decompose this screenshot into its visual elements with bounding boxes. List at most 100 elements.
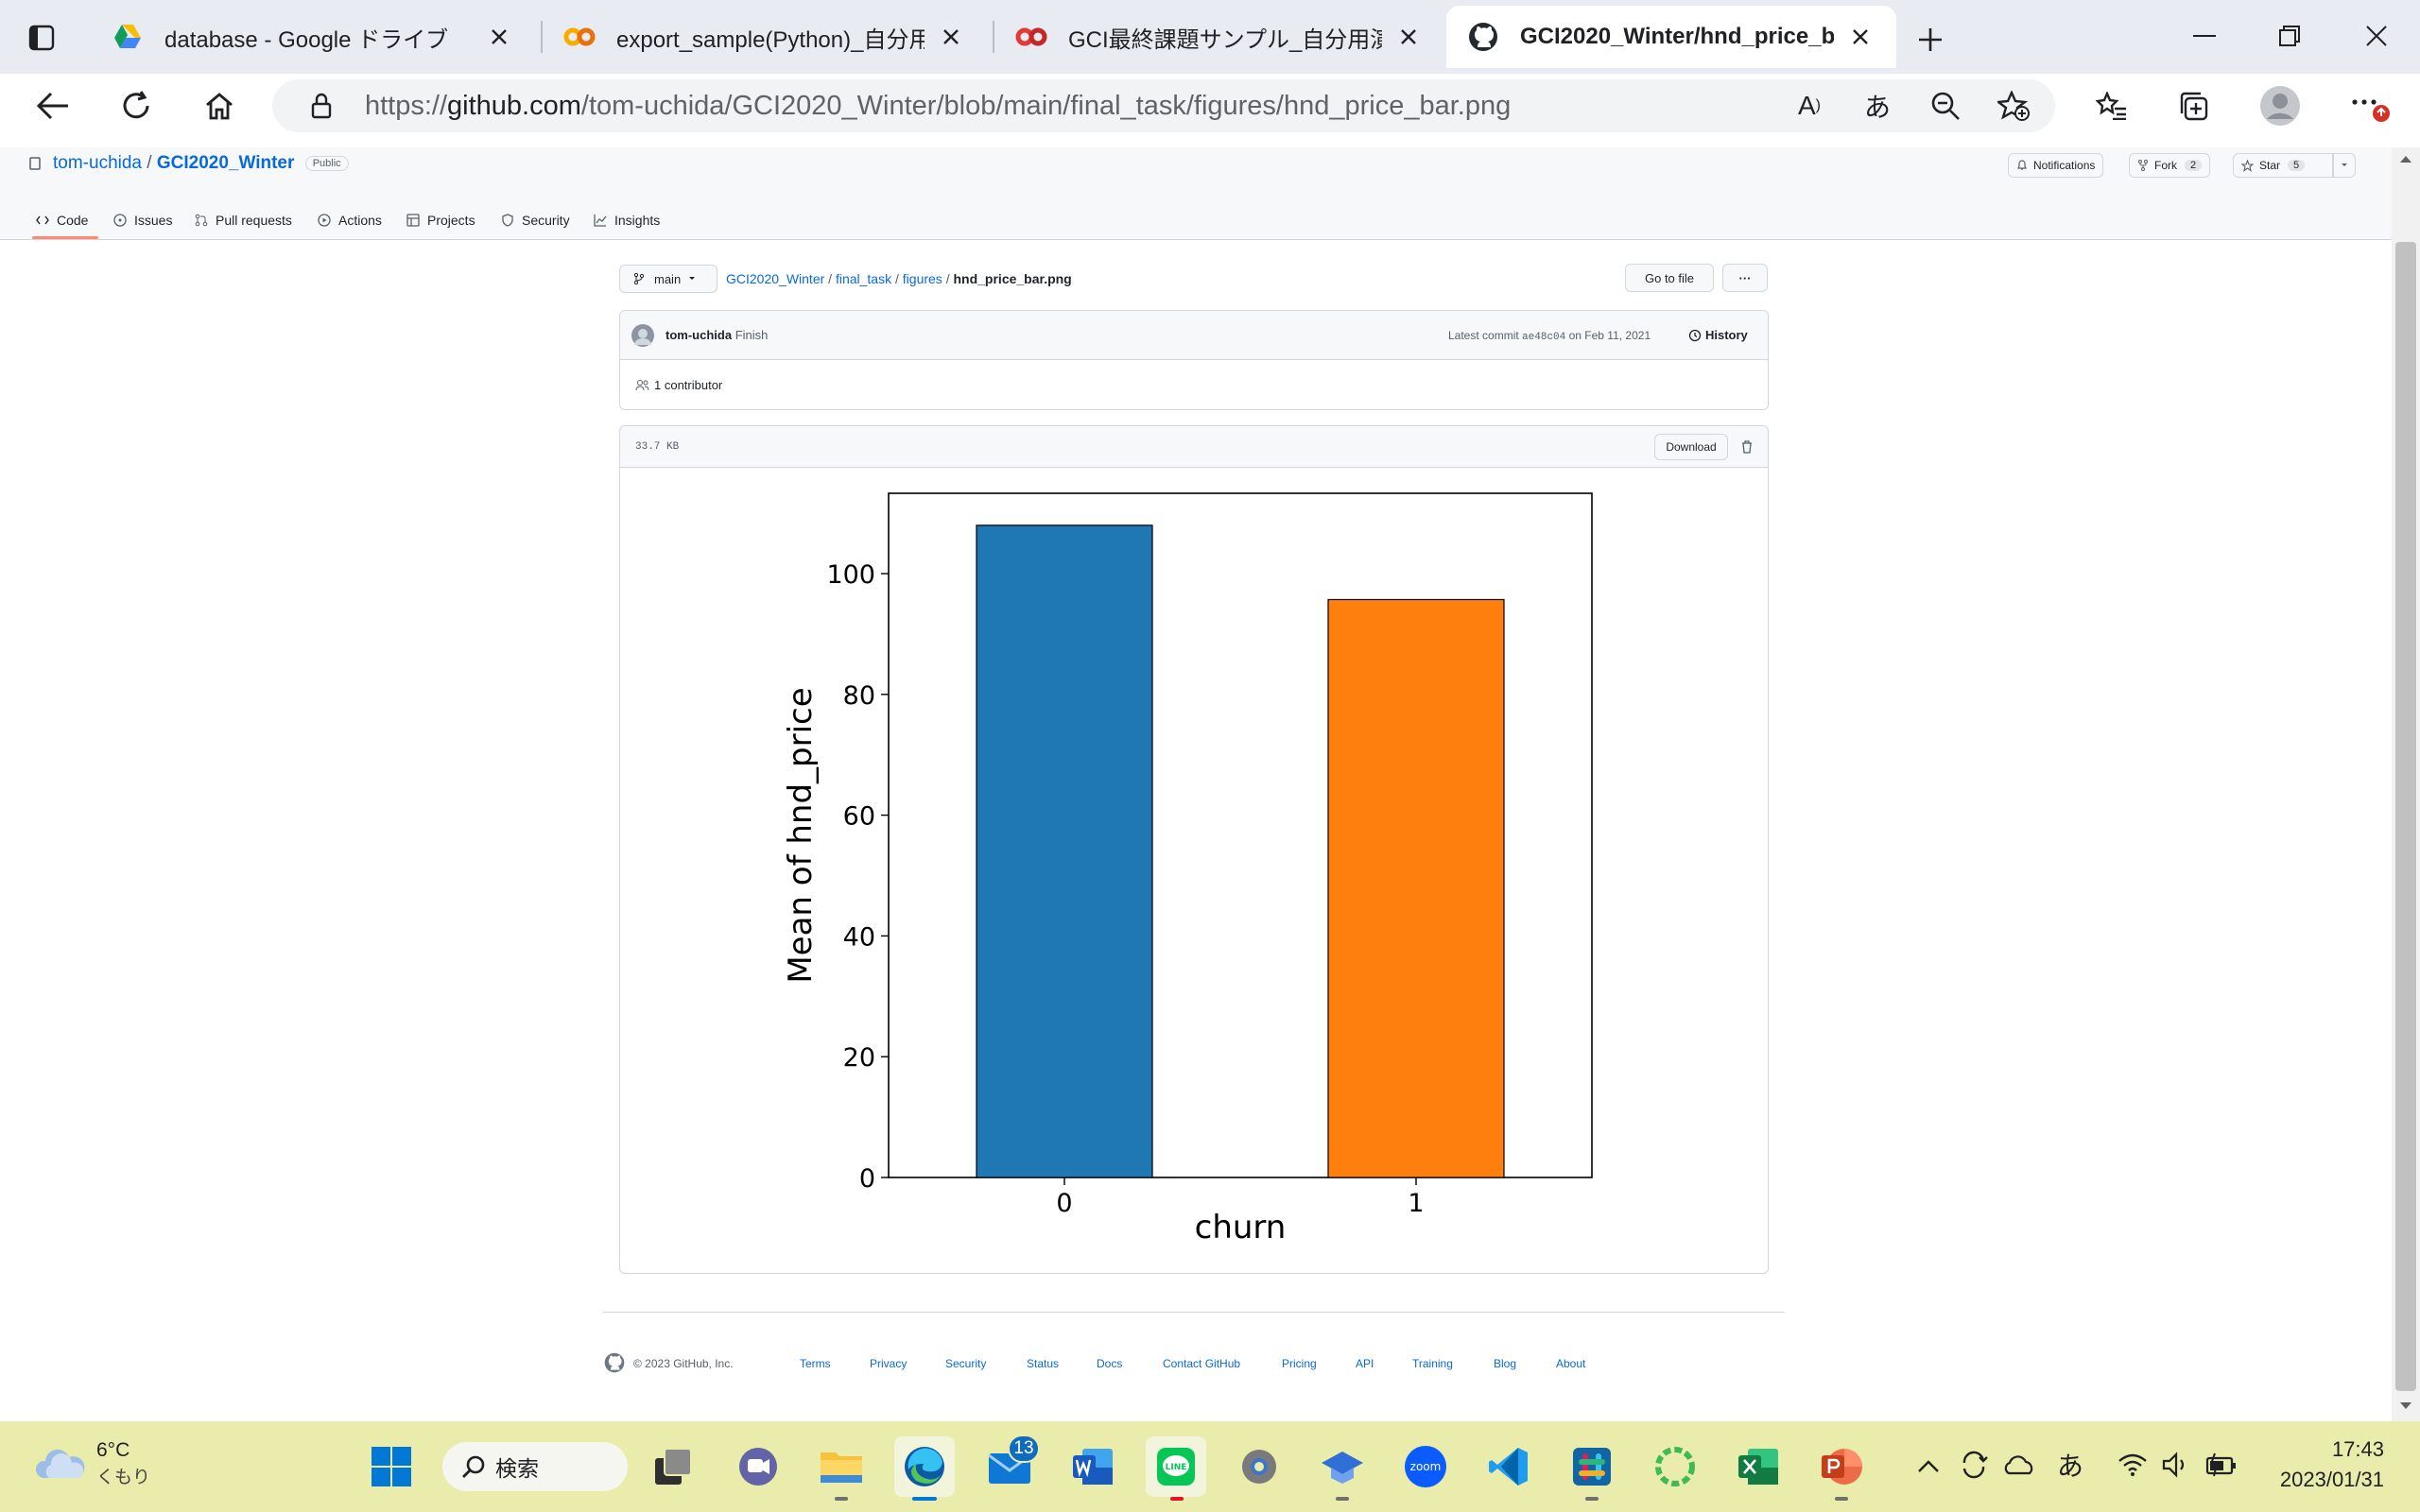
tab-colab-export[interactable]: export_sample(Python)_自分用演 <box>543 6 987 68</box>
running-indicator <box>1835 1497 1848 1501</box>
star-button[interactable]: Star 5 <box>2233 153 2333 178</box>
bar-chart: 0 20 40 60 80 100 0 1 churn Mean of hnd_price <box>782 492 1593 1246</box>
collections-icon[interactable] <box>2172 85 2214 127</box>
home-icon[interactable] <box>199 85 240 127</box>
contributors-link[interactable]: 1 contributor <box>635 377 722 394</box>
ime-indicator[interactable]: あ <box>2051 1446 2089 1484</box>
tab-actions-icon[interactable] <box>25 21 59 55</box>
go-to-file-button[interactable]: Go to file <box>1625 264 1714 292</box>
file-explorer-icon[interactable] <box>811 1436 872 1497</box>
close-tab-icon[interactable] <box>484 22 514 52</box>
footer-link-pricing[interactable]: Pricing <box>1282 1357 1317 1370</box>
tab-projects[interactable]: Projects <box>406 204 475 236</box>
lock-icon[interactable] <box>304 89 338 123</box>
onedrive-icon[interactable] <box>2002 1448 2036 1482</box>
excel-icon[interactable] <box>1728 1436 1789 1497</box>
tab-colab-gci[interactable]: GCI最終課題サンプル_自分用演習. <box>994 6 1444 68</box>
breadcrumb-folder[interactable]: final_task <box>836 271 891 286</box>
graph-icon <box>594 215 607 227</box>
cloud-weather-icon[interactable] <box>32 1442 89 1484</box>
scroll-up-icon[interactable] <box>2395 149 2416 168</box>
tab-google-drive[interactable]: database - Google ドライブ <box>91 6 535 68</box>
loading-app-icon[interactable] <box>1645 1436 1705 1497</box>
breadcrumb-repo[interactable]: GCI2020_Winter <box>726 271 824 286</box>
tab-actions[interactable]: Actions <box>318 204 382 236</box>
clock-time[interactable]: 17:43 <box>2246 1436 2384 1463</box>
footer-link-status[interactable]: Status <box>1027 1357 1059 1370</box>
footer-link-blog[interactable]: Blog <box>1494 1357 1516 1370</box>
history-link[interactable]: History <box>1688 326 1748 345</box>
restore-icon[interactable] <box>2269 17 2310 55</box>
tab-insights[interactable]: Insights <box>594 204 660 236</box>
footer-link-terms[interactable]: Terms <box>800 1357 831 1370</box>
taskbar-search[interactable]: 検索 <box>442 1442 628 1491</box>
close-tab-icon[interactable] <box>1393 22 1424 52</box>
zoom-icon[interactable]: zoom <box>1395 1436 1456 1497</box>
close-window-icon[interactable] <box>2356 17 2397 55</box>
chevron-up-icon[interactable] <box>1913 1450 1944 1484</box>
tab-security[interactable]: Security <box>501 204 570 236</box>
task-view-icon[interactable] <box>643 1436 703 1497</box>
footer-link-about[interactable]: About <box>1556 1357 1585 1370</box>
repo-name-link[interactable]: GCI2020_Winter <box>157 153 295 173</box>
commit-author[interactable]: tom-uchida <box>666 328 732 342</box>
active-indicator <box>912 1497 937 1501</box>
more-options-icon[interactable] <box>2346 85 2394 127</box>
edge-browser-icon[interactable] <box>894 1436 955 1497</box>
star-dropdown[interactable] <box>2333 153 2356 178</box>
footer-link-security[interactable]: Security <box>945 1357 986 1370</box>
refresh-icon[interactable] <box>115 85 157 127</box>
back-arrow-icon[interactable] <box>32 85 74 127</box>
volume-icon[interactable] <box>2159 1448 2193 1482</box>
translate-icon[interactable]: あ <box>1858 87 1896 125</box>
word-icon[interactable] <box>1063 1436 1123 1497</box>
sync-icon[interactable] <box>1957 1448 1991 1482</box>
add-favorite-icon[interactable] <box>1995 87 2032 125</box>
footer-link-docs[interactable]: Docs <box>1097 1357 1122 1370</box>
weather-text[interactable]: くもり <box>96 1467 150 1489</box>
line-icon[interactable]: LINE <box>1146 1436 1206 1497</box>
battery-icon[interactable] <box>2204 1448 2238 1482</box>
notifications-button[interactable]: Notifications <box>2008 153 2104 178</box>
read-aloud-icon[interactable]: A) <box>1790 87 1828 125</box>
footer-link-privacy[interactable]: Privacy <box>870 1357 907 1370</box>
tab-pull-requests[interactable]: Pull requests <box>195 204 292 236</box>
scroll-down-icon[interactable] <box>2395 1397 2416 1416</box>
more-file-options-button[interactable]: ··· <box>1722 264 1768 292</box>
branch-selector[interactable]: main <box>619 265 717 293</box>
tab-code[interactable]: Code <box>36 204 88 236</box>
settings-icon[interactable] <box>1229 1436 1289 1497</box>
footer-link-api[interactable]: API <box>1356 1357 1374 1370</box>
temperature[interactable]: 6°C <box>96 1438 130 1463</box>
footer-link-contact[interactable]: Contact GitHub <box>1163 1357 1240 1370</box>
breadcrumb-folder[interactable]: figures <box>903 271 942 286</box>
clock-date[interactable]: 2023/01/31 <box>2246 1467 2384 1493</box>
fork-button[interactable]: Fork 2 <box>2129 153 2211 178</box>
zoom-out-icon[interactable] <box>1927 87 1964 125</box>
minimize-icon[interactable] <box>2184 17 2225 55</box>
slack-icon[interactable] <box>1562 1436 1622 1497</box>
repo-owner-link[interactable]: tom-uchida <box>53 153 142 173</box>
tab-github-active[interactable]: GCI2020_Winter/hnd_price_bar. <box>1446 6 1896 68</box>
favorites-icon[interactable] <box>2091 85 2133 127</box>
download-button[interactable]: Download <box>1654 434 1728 460</box>
learning-app-icon[interactable] <box>1312 1436 1373 1497</box>
github-logo-icon[interactable] <box>603 1351 626 1374</box>
commit-message[interactable]: Finish <box>735 328 769 342</box>
wifi-icon[interactable] <box>2116 1448 2150 1482</box>
url-text[interactable]: https://github.com/tom-uchida/GCI2020_Wi… <box>365 87 1511 125</box>
avatar[interactable] <box>631 324 654 347</box>
profile-avatar-icon[interactable] <box>2257 83 2303 129</box>
commit-hash[interactable]: ae48c04 <box>1522 332 1565 343</box>
footer-link-training[interactable]: Training <box>1412 1357 1453 1370</box>
scrollbar-thumb[interactable] <box>2395 242 2416 1391</box>
powerpoint-icon[interactable] <box>1811 1436 1872 1497</box>
close-tab-icon[interactable] <box>1845 22 1876 52</box>
vscode-icon[interactable] <box>1478 1436 1539 1497</box>
tab-issues[interactable]: Issues <box>113 204 172 236</box>
start-button[interactable] <box>361 1436 422 1497</box>
new-tab-icon[interactable] <box>1911 21 1949 59</box>
teams-chat-icon[interactable] <box>728 1436 788 1497</box>
close-tab-icon[interactable] <box>936 22 966 52</box>
delete-icon[interactable] <box>1736 436 1758 458</box>
